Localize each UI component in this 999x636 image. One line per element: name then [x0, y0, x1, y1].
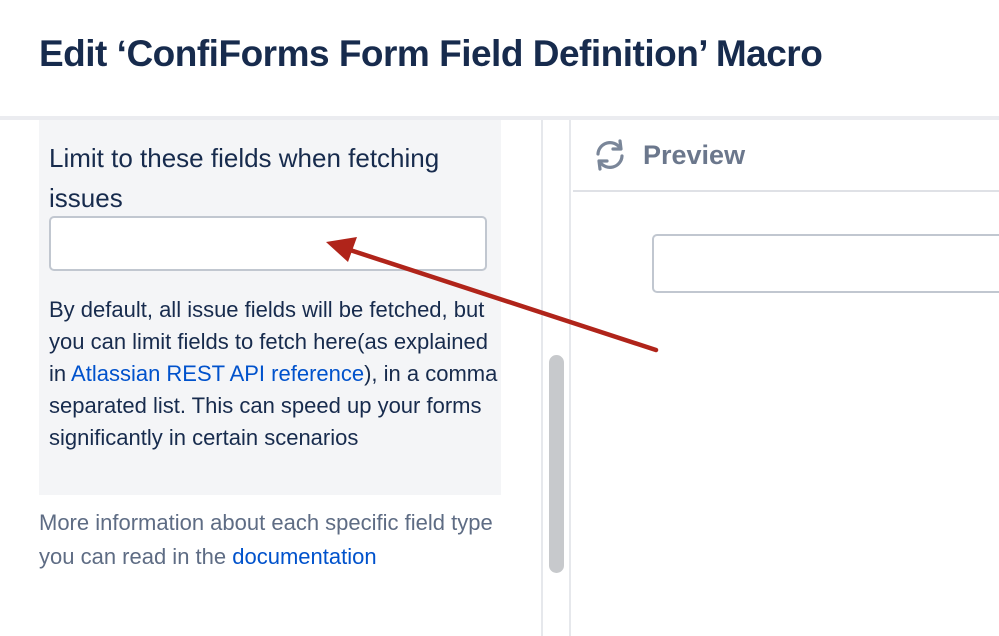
- more-info-text: More information about each specific fie…: [39, 506, 499, 574]
- limit-fields-label: Limit to these fields when fetching issu…: [49, 143, 440, 213]
- atlassian-rest-api-link[interactable]: Atlassian REST API reference: [71, 361, 364, 386]
- preview-text-field[interactable]: [652, 234, 999, 293]
- dialog-title: Edit ‘ConfiForms Form Field Definition’ …: [39, 33, 823, 74]
- next-parameter-label-partial: Field dependencies and values...: [39, 623, 499, 636]
- documentation-link[interactable]: documentation: [232, 544, 376, 569]
- next-parameter-text: Field dependencies and values...: [39, 627, 361, 636]
- preview-header: Preview: [573, 120, 999, 192]
- limit-fields-input[interactable]: [49, 216, 487, 271]
- dialog-header: Edit ‘ConfiForms Form Field Definition’ …: [0, 0, 999, 120]
- preview-label: Preview: [643, 140, 746, 170]
- parameter-group: Limit to these fields when fetching issu…: [39, 120, 501, 495]
- refresh-icon[interactable]: [593, 138, 627, 172]
- parameters-scrollbar-thumb[interactable]: [549, 355, 564, 573]
- macro-parameters-panel: Limit to these fields when fetching issu…: [0, 120, 542, 636]
- limit-fields-help-text: By default, all issue fields will be fet…: [49, 294, 499, 454]
- macro-editor-dialog: Edit ‘ConfiForms Form Field Definition’ …: [0, 0, 999, 636]
- preview-panel: Preview: [573, 120, 999, 636]
